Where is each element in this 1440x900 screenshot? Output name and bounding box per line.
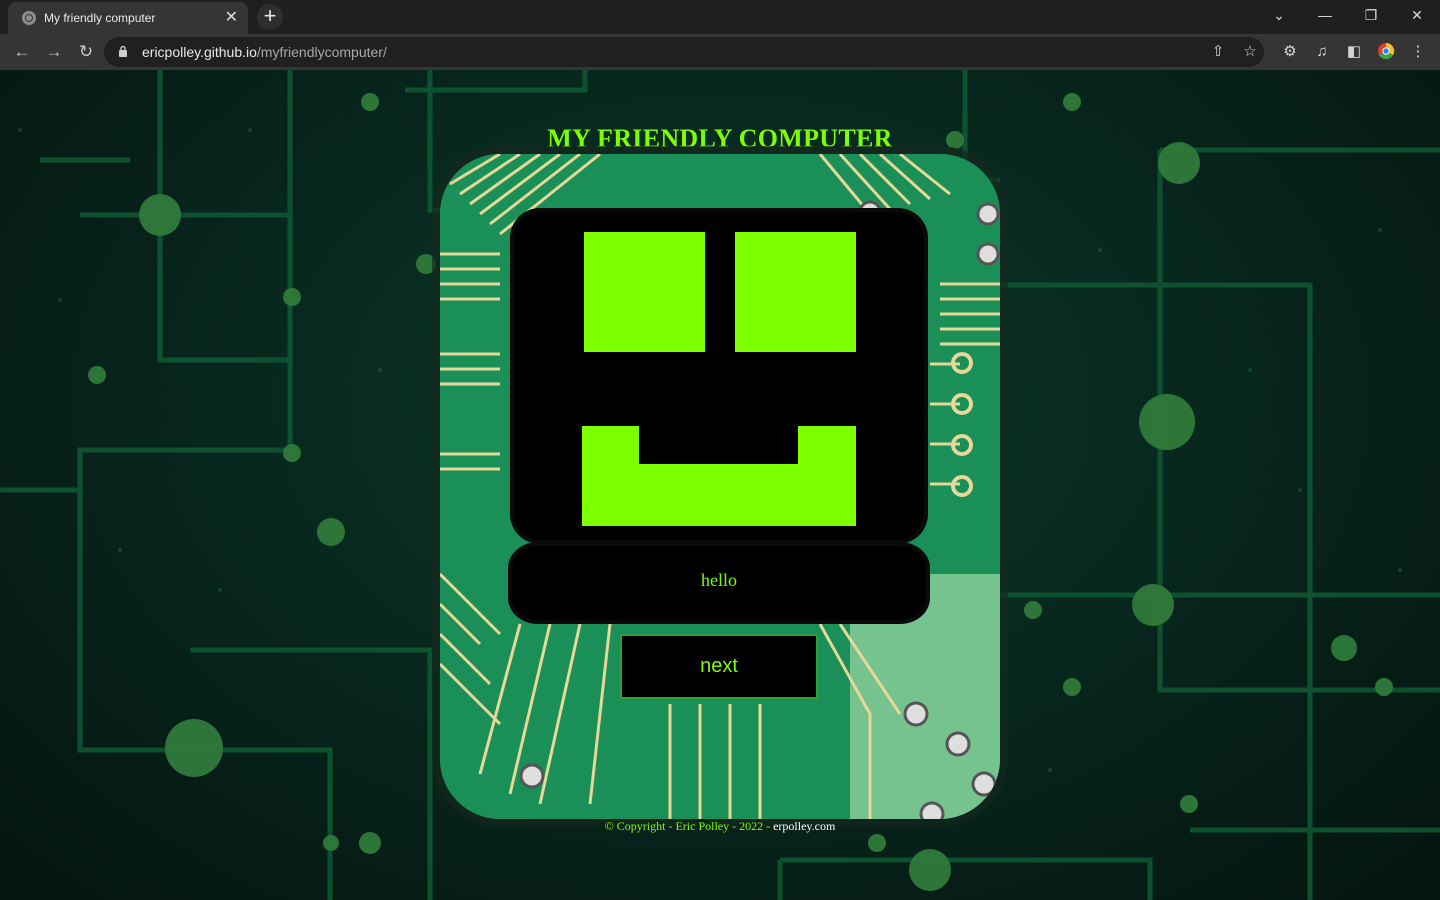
lock-icon [119,45,127,57]
computer-card: hello next [440,154,1000,819]
footer: © Copyright - Eric Polley - 2022 - erpol… [0,819,1440,834]
page-viewport: MY FRIENDLY COMPUTER hello next © Copyri… [0,70,1440,900]
page-title: MY FRIENDLY COMPUTER [547,124,893,153]
close-tab-icon[interactable]: ✕ [225,7,238,27]
footer-site-link[interactable]: erpolley.com [773,819,835,833]
forward-icon[interactable]: → [42,40,66,64]
reload-icon[interactable]: ↻ [74,40,98,64]
computer-screen [514,212,924,540]
browser-toolbar: ← → ↻ ericpolley.github.io/myfriendlycom… [0,34,1440,71]
sidepanel-icon[interactable]: ◧ [1344,42,1364,62]
url-path: /myfriendlycomputer/ [256,44,387,60]
tab-bar: My friendly computer ✕ + ⌄ — ❐ ✕ [0,0,1440,34]
tab-title: My friendly computer [44,11,156,25]
footer-copyright: © Copyright - Eric Polley - 2022 - [604,819,774,833]
address-bar[interactable]: ericpolley.github.io/myfriendlycomputer/ [104,37,1264,67]
next-button[interactable]: next [620,634,818,699]
extensions-icon[interactable]: ⚙ [1280,42,1300,62]
media-icon[interactable]: ♫ [1312,42,1332,62]
url-host: ericpolley.github.io [142,44,257,60]
share-icon[interactable]: ⇧ [1208,42,1228,62]
back-icon[interactable]: ← [10,40,34,64]
globe-icon [22,11,36,25]
tab-search-icon[interactable]: ⌄ [1256,0,1302,32]
profile-icon[interactable] [1376,42,1396,62]
minimize-button[interactable]: — [1302,0,1348,32]
menu-icon[interactable]: ⋮ [1408,42,1428,62]
url-text: ericpolley.github.io/myfriendlycomputer/ [142,44,387,60]
browser-tab[interactable]: My friendly computer ✕ [8,2,248,34]
close-window-button[interactable]: ✕ [1394,0,1440,32]
speech-text: hello [701,570,737,590]
new-tab-button[interactable]: + [257,4,283,30]
left-eye [584,232,705,352]
smile-mouth [582,426,856,526]
speech-box: hello [512,546,926,620]
restore-button[interactable]: ❐ [1348,0,1394,32]
star-icon[interactable]: ☆ [1240,42,1260,62]
right-eye [735,232,856,352]
